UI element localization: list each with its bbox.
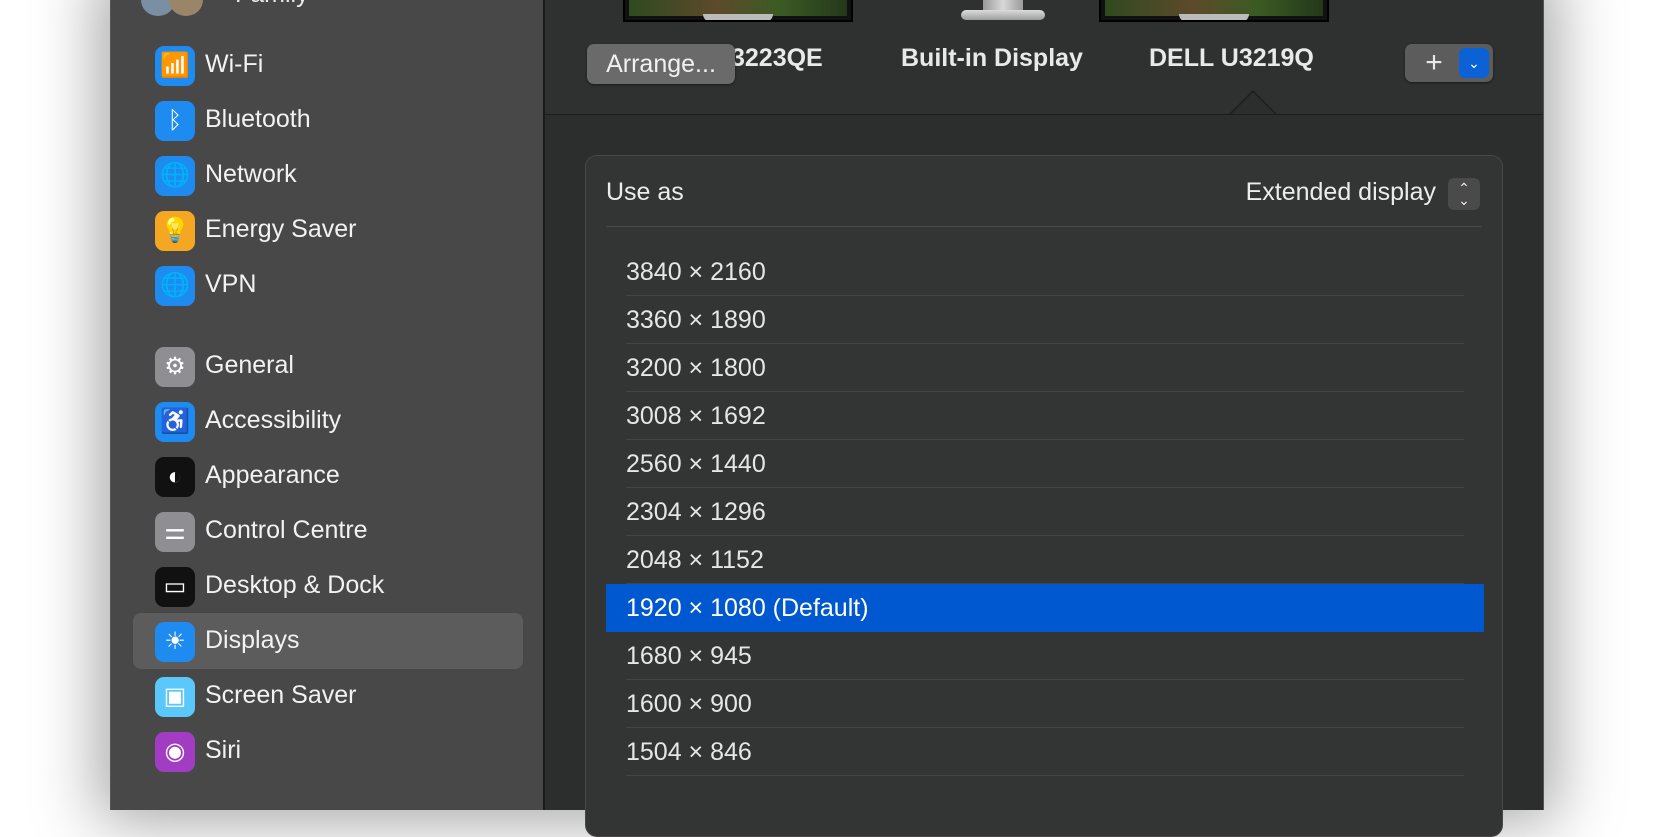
up-down-chevron-icon[interactable]: ⌃ ⌄ [1448,178,1480,210]
bluetooth-icon: ᛒ [155,101,195,141]
sidebar-item-label: Energy Saver [205,215,357,243]
use-as-label: Use as [606,178,684,206]
use-as-select[interactable]: Extended display [1246,178,1436,207]
resolution-label: 3360 × 1890 [626,306,766,334]
vpn-globe-icon: 🌐 [155,266,195,306]
divider [626,775,1464,776]
resolution-label: 2048 × 1152 [626,546,764,574]
sidebar-item-label: Appearance [205,461,340,489]
resolution-option[interactable]: 3200 × 1800 [606,344,1484,392]
toggles-icon: ⚌ [155,512,195,552]
sidebar-item-screen-saver[interactable]: ▣ Screen Saver [133,668,523,724]
sidebar-item-control-centre[interactable]: ⚌ Control Centre [133,503,523,559]
sidebar-item-label: Wi-Fi [205,50,264,78]
accessibility-icon: ♿ [155,402,195,442]
sidebar-item-bluetooth[interactable]: ᛒ Bluetooth [133,92,523,148]
add-display-button[interactable]: + [1409,44,1459,82]
display-label-dell[interactable]: DELL U3219Q [1149,44,1314,73]
sidebar-item-displays[interactable]: ☀ Displays [133,613,523,669]
lightbulb-icon: 💡 [155,211,195,251]
divider [606,226,1482,227]
display-label-partial[interactable]: 3223QE [731,44,823,73]
resolution-option[interactable]: 3840 × 2160 [606,248,1484,296]
arrange-button[interactable]: Arrange... [587,44,735,84]
resolution-option[interactable]: 2304 × 1296 [606,488,1484,536]
resolution-label: 1920 × 1080 (Default) [626,594,869,622]
resolution-list: 3840 × 2160 3360 × 1890 3200 × 1800 3008 × … [606,248,1484,776]
avatar [169,0,203,16]
sidebar-item-label: Control Centre [205,516,368,544]
system-settings-window: Family 📶 Wi-Fi ᛒ Bluetooth 🌐 Network 💡 Energy S… [110,0,1544,837]
display-arrangement-bar: 3223QE Arrange... Built-in Display DELL … [545,0,1543,115]
resolution-option[interactable]: 1504 × 846 [606,728,1484,776]
sidebar-item-label: Desktop & Dock [205,571,385,599]
display-settings-panel: Use as Extended display ⌃ ⌄ 3840 × 2160 33… [585,155,1503,837]
display-label-builtin[interactable]: Built-in Display [901,44,1083,73]
resolution-option[interactable]: 2048 × 1152 [606,536,1484,584]
builtin-display-thumbnail[interactable] [961,0,1045,20]
resolution-option[interactable]: 2560 × 1440 [606,440,1484,488]
resolution-option[interactable]: 3360 × 1890 [606,296,1484,344]
siri-icon: ◉ [155,732,195,772]
resolution-label: 2304 × 1296 [626,498,766,526]
resolution-label: 1680 × 945 [626,642,752,670]
resolution-option[interactable]: 1680 × 945 [606,632,1484,680]
sidebar-item-label: General [205,351,294,379]
sidebar-item-general[interactable]: ⚙ General [133,338,523,394]
gear-icon: ⚙ [155,347,195,387]
sidebar-item-label: Family [235,0,309,9]
sidebar: Family 📶 Wi-Fi ᛒ Bluetooth 🌐 Network 💡 Energy S… [111,0,545,810]
displays-pane: 3223QE Arrange... Built-in Display DELL … [545,0,1543,837]
sidebar-item-desktop-dock[interactable]: ▭ Desktop & Dock [133,558,523,614]
sidebar-item-appearance[interactable]: ◐ Appearance [133,448,523,504]
sidebar-item-label: Bluetooth [205,105,311,133]
sidebar-item-accessibility[interactable]: ♿ Accessibility [133,393,523,449]
sidebar-item-label: VPN [205,270,257,298]
selection-pointer-fill [1231,92,1275,114]
sidebar-item-network[interactable]: 🌐 Network [133,147,523,203]
family-avatars [141,0,211,16]
resolution-label: 1504 × 846 [626,738,752,766]
globe-icon: 🌐 [155,156,195,196]
resolution-option[interactable]: 1920 × 1080 (Default) [606,584,1484,632]
sidebar-item-label: Accessibility [205,406,342,434]
sidebar-item-label: Siri [205,736,242,764]
sidebar-item-label: Screen Saver [205,681,357,709]
resolution-label: 3200 × 1800 [626,354,766,382]
appearance-icon: ◐ [155,457,195,497]
sidebar-item-siri[interactable]: ◉ Siri [133,723,523,779]
sidebar-item-label: Network [205,160,297,188]
dell-monitor-thumbnail[interactable] [1099,0,1329,22]
dock-icon: ▭ [155,567,195,607]
resolution-label: 3840 × 2160 [626,258,766,286]
sidebar-item-label: Displays [205,626,300,654]
resolution-label: 3008 × 1692 [626,402,766,430]
external-monitor-thumbnail[interactable] [623,0,853,22]
sun-icon: ☀ [155,622,195,662]
chevron-down-icon[interactable]: ⌄ [1459,48,1489,78]
resolution-option[interactable]: 3008 × 1692 [606,392,1484,440]
resolution-option[interactable]: 1600 × 900 [606,680,1484,728]
sidebar-item-vpn[interactable]: 🌐 VPN [133,257,523,313]
resolution-label: 2560 × 1440 [626,450,766,478]
sidebar-item-energy-saver[interactable]: 💡 Energy Saver [133,202,523,258]
resolution-label: 1600 × 900 [626,690,752,718]
wifi-icon: 📶 [155,46,195,86]
screen-saver-icon: ▣ [155,677,195,717]
add-display-control: + ⌄ [1405,44,1493,82]
sidebar-item-wifi[interactable]: 📶 Wi-Fi [133,37,523,93]
